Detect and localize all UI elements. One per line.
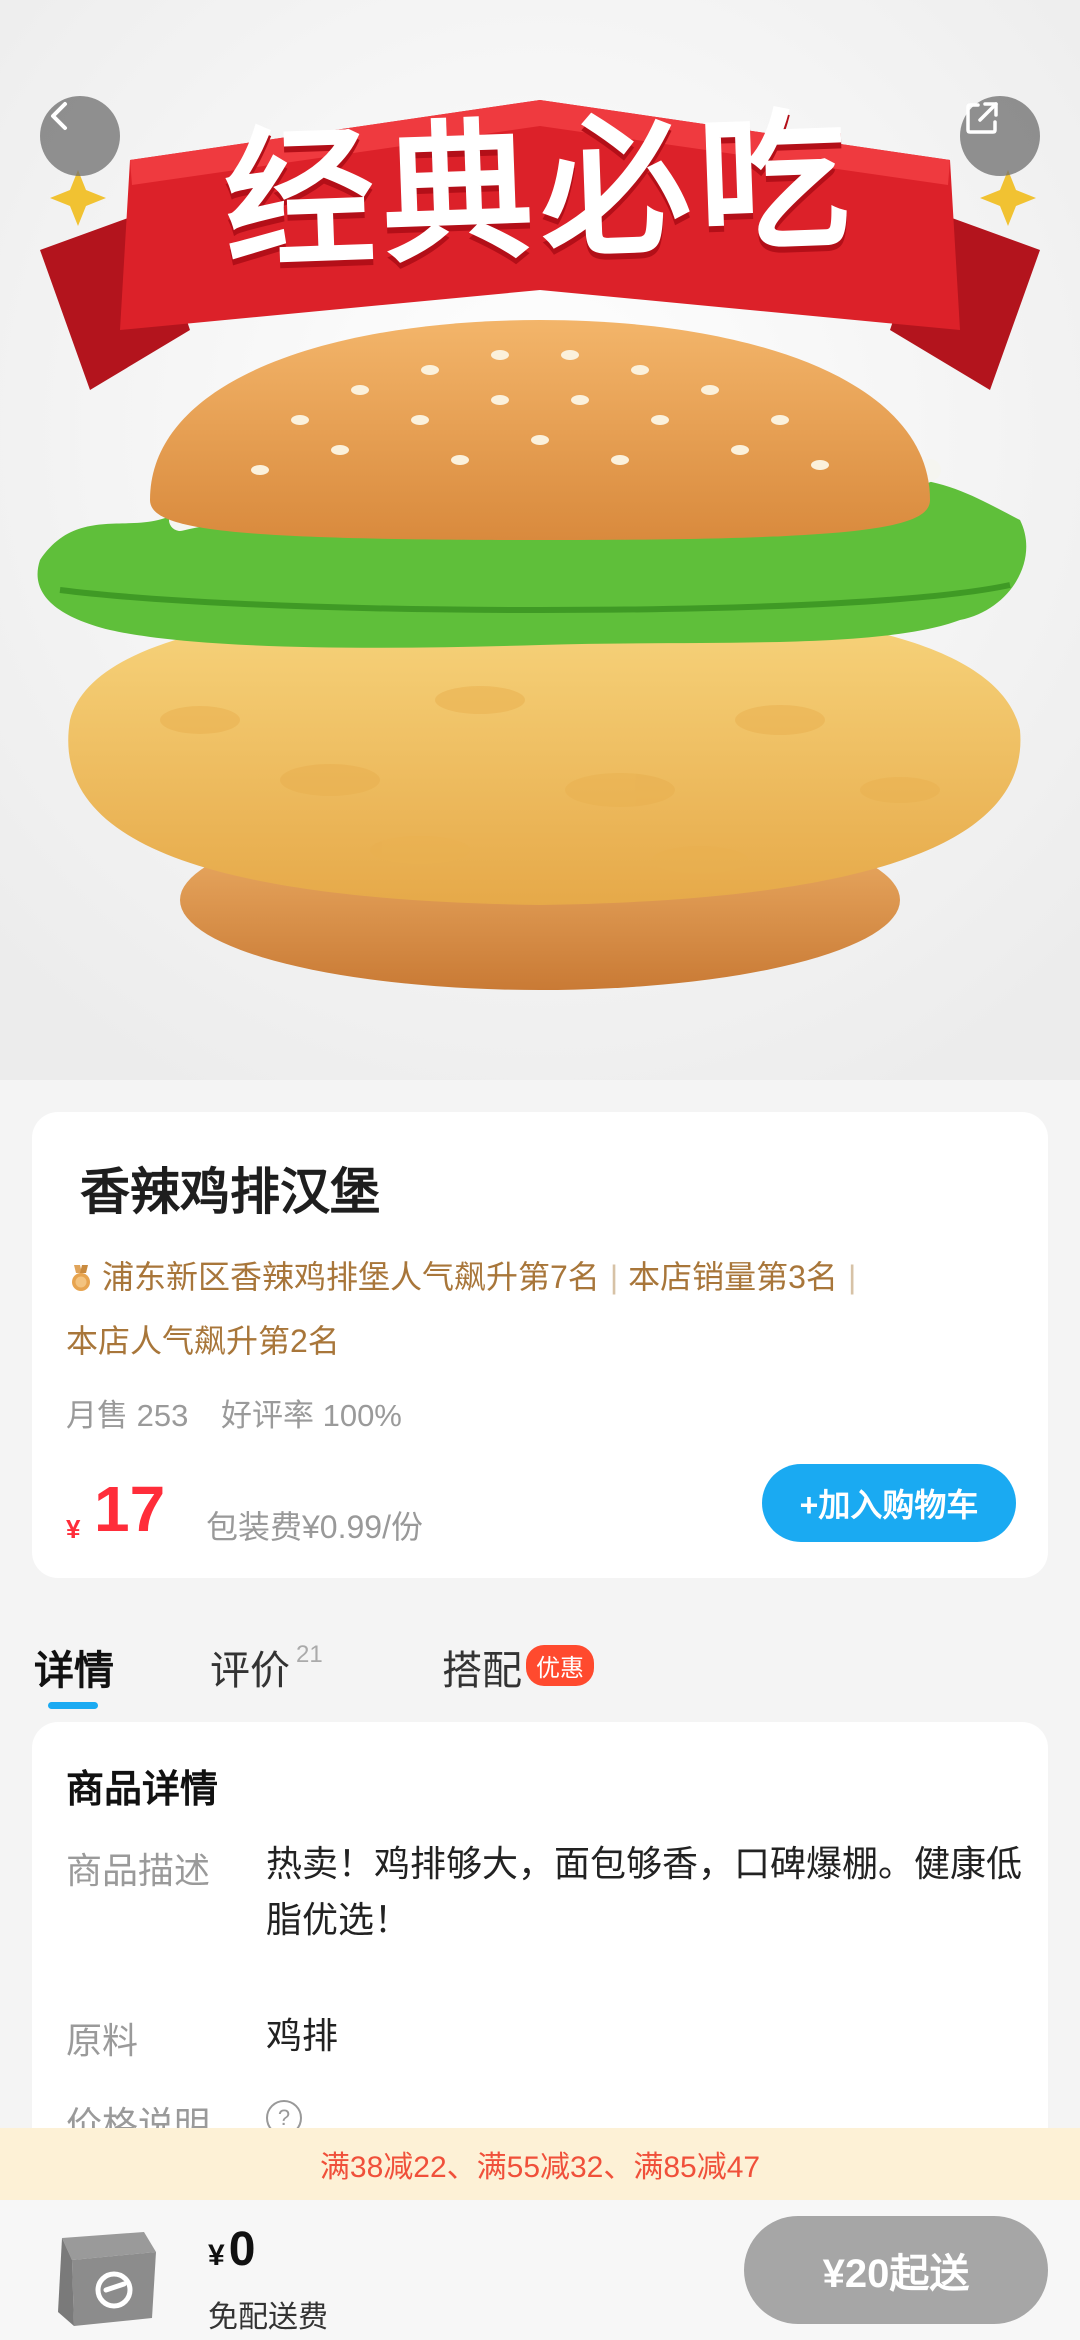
shopping-bag-icon [58,2232,156,2326]
back-button[interactable] [40,96,120,176]
ranking-store-sales: 本店销量第3名 [628,1259,838,1295]
cart-total: ¥0 [208,2222,255,2277]
ranking-area: 浦东新区香辣鸡排堡人气飙升第7名 [102,1259,600,1295]
ranking-line[interactable]: 浦东新区香辣鸡排堡人气飙升第7名 | 本店销量第3名 | [66,1252,866,1298]
cart-button[interactable] [44,2218,172,2335]
sales-stats: 月售 253 好评率 100% [66,1390,402,1435]
description-value: 热卖！鸡排够大，面包够香，口碑爆棚。健康低脂优选！ [266,1843,1023,1940]
share-external-icon [966,102,998,134]
cart-amount: 0 [228,2223,256,2276]
price: 17 [94,1473,166,1545]
packaging-fee: 包装费¥0.99/份 [206,1509,423,1545]
bottom-cart-bar: ¥0 免配送费 ¥20起送 [0,2200,1080,2340]
min-order-button[interactable]: ¥20起送 [744,2216,1048,2324]
promotion-banner: 满38减22、满55减32、满85减47 [0,2128,1080,2200]
share-button[interactable] [960,96,1040,176]
details-heading: 商品详情 [66,1769,219,1811]
currency-symbol: ¥ [66,1514,81,1544]
ingredient-value: 鸡排 [266,2015,339,2056]
discount-badge: 优惠 [526,1645,594,1686]
delivery-fee-note: 免配送费 [208,2301,328,2334]
add-to-cart-button[interactable]: +加入购物车 [762,1464,1016,1542]
ranking-store-popularity[interactable]: 本店人气飙升第2名 [66,1316,340,1362]
currency-symbol: ¥ [208,2239,225,2272]
active-tab-indicator [48,1702,98,1709]
tab-combo-label: 搭配 [442,1649,522,1693]
description-label: 商品描述 [66,1850,211,1891]
banner-text: 经典必吃 [221,94,860,290]
review-count: 21 [296,1641,323,1668]
tab-bar: 详情 评价 21 搭配 优惠 [0,1630,1080,1710]
product-name: 香辣鸡排汉堡 [80,1164,380,1220]
ingredient-label: 原料 [66,2020,139,2061]
divider: | [609,1259,619,1295]
product-image: 经典必吃 [0,0,1080,1080]
tab-reviews[interactable]: 评价 21 [210,1638,323,1696]
tab-reviews-label: 评价 [210,1649,290,1693]
medal-icon [72,1265,90,1291]
tab-details[interactable]: 详情 [34,1638,114,1696]
product-info-card: 香辣鸡排汉堡 浦东新区香辣鸡排堡人气飙升第7名 | 本店销量第3名 | 本店人气飙升第… [32,1112,1048,1578]
monthly-sales: 月售 253 [66,1398,189,1433]
tab-combo[interactable]: 搭配 优惠 [442,1638,594,1696]
divider: | [847,1259,857,1295]
tab-details-label: 详情 [34,1649,114,1693]
positive-rating: 好评率 100% [220,1398,402,1433]
chevron-left-icon [51,102,67,130]
